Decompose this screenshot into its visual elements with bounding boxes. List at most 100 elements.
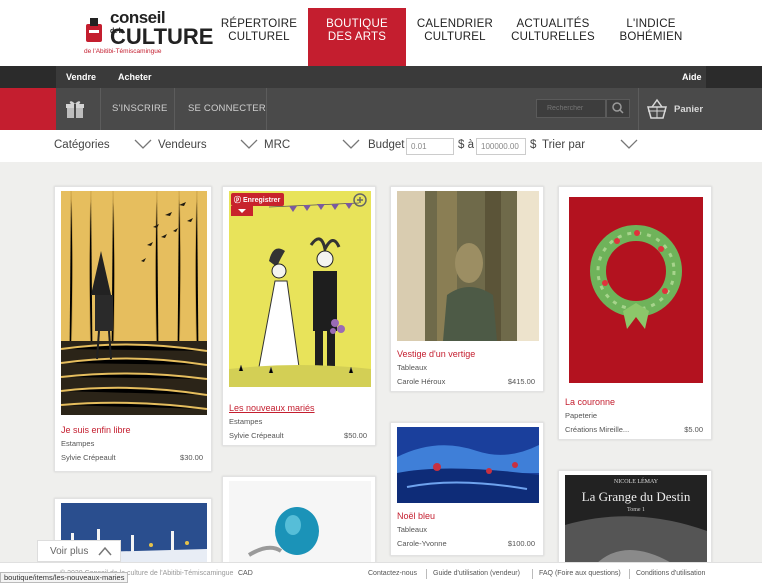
nav-indice[interactable]: L'INDICE BOHÉMIEN: [602, 8, 700, 66]
product-image[interactable]: [397, 191, 539, 341]
product-image[interactable]: [229, 481, 371, 565]
product-artist: Sylvie Crépeault: [229, 431, 284, 440]
product-title[interactable]: Noël bleu: [397, 511, 435, 521]
product-title[interactable]: La couronne: [565, 397, 615, 407]
browser-status-bar: boutique/items/les-nouveaux-maries: [0, 572, 129, 583]
filter-bar: Catégories Vendeurs MRC Budget $ à $ Tri…: [0, 130, 762, 162]
product-price: $5.00: [684, 425, 703, 434]
book-title: La Grange du Destin: [581, 489, 691, 504]
chevron-up-icon: [98, 546, 112, 556]
chevron-down-icon[interactable]: [134, 139, 152, 149]
voir-plus-button[interactable]: Voir plus: [37, 540, 121, 562]
product-image[interactable]: [565, 191, 707, 387]
account-divider: [100, 88, 101, 130]
product-image[interactable]: NICOLE LÉMAY La Grange du Destin Tome 1: [565, 475, 707, 565]
basket-icon[interactable]: [646, 98, 668, 120]
product-category: Estampes: [229, 417, 263, 426]
signup-link[interactable]: S'INSCRIRE: [112, 103, 168, 114]
buy-link[interactable]: Acheter: [118, 72, 152, 82]
book-author: NICOLE LÉMAY: [613, 479, 659, 485]
product-title[interactable]: Vestige d'un vertige: [397, 349, 475, 359]
product-grid: Je suis enfin libre Estampes Sylvie Crép…: [0, 162, 762, 568]
logo-line-2: CULTURE: [110, 24, 214, 49]
pinterest-save-label: Enregistrer: [242, 197, 281, 204]
footer-separator: [629, 569, 630, 579]
filter-sellers-label[interactable]: Vendeurs: [158, 139, 207, 151]
nav-actualites[interactable]: ACTUALITÉS CULTURELLES: [504, 8, 602, 66]
top-bar: Vendre Acheter Aide: [0, 66, 762, 88]
budget-to-label: $ à: [458, 139, 474, 151]
product-card[interactable]: NICOLE LÉMAY La Grange du Destin Tome 1: [558, 470, 712, 568]
main-nav: RÉPERTOIRE CULTUREL BOUTIQUE DES ARTS CALE…: [210, 8, 700, 66]
top-bar-inner: [56, 66, 706, 88]
product-card[interactable]: Vestige d'un vertige Tableaux Carole Hér…: [390, 186, 544, 392]
product-artist: Sylvie Crépeault: [61, 453, 116, 462]
gift-icon: [66, 101, 84, 118]
product-image[interactable]: [61, 191, 207, 415]
voir-plus-label: Voir plus: [50, 546, 89, 557]
pinterest-dropdown-icon[interactable]: [231, 206, 253, 216]
product-image[interactable]: [397, 427, 539, 503]
product-title[interactable]: Je suis enfin libre: [61, 425, 131, 435]
filter-budget-label: Budget: [368, 139, 405, 151]
product-category: Tableaux: [397, 363, 428, 372]
sell-link[interactable]: Vendre: [66, 72, 96, 82]
product-title[interactable]: Les nouveaux mariés: [229, 403, 315, 413]
budget-max-input[interactable]: [476, 138, 526, 155]
footer-guide-link[interactable]: Guide d'utilisation (vendeur): [433, 570, 520, 577]
turquoise-ring-artwork: [247, 507, 319, 557]
cart-link[interactable]: Panier: [674, 104, 703, 115]
product-category: Papeterie: [565, 411, 598, 420]
site-logo[interactable]: conseil de la CULTURE de l'Abitibi-Témis…: [84, 6, 213, 58]
product-artist: Carole-Yvonne: [397, 539, 447, 548]
product-image[interactable]: [229, 191, 371, 387]
site-header: conseil de la CULTURE de l'Abitibi-Témis…: [0, 0, 762, 66]
budget-min-input[interactable]: [406, 138, 454, 155]
search-button[interactable]: [606, 99, 630, 118]
search-icon: [612, 102, 624, 114]
filter-categories-label[interactable]: Catégories: [54, 139, 110, 151]
footer-separator: [532, 569, 533, 579]
chevron-down-icon[interactable]: [342, 139, 360, 149]
account-divider: [266, 88, 267, 130]
zoom-icon[interactable]: [353, 193, 367, 207]
book-subtitle: Tome 1: [626, 507, 646, 513]
footer-currency[interactable]: CAD: [238, 570, 253, 577]
wedding-couple-artwork: [229, 202, 371, 387]
product-card[interactable]: [222, 476, 376, 568]
product-price: $100.00: [507, 539, 535, 548]
login-link[interactable]: SE CONNECTER: [188, 103, 266, 114]
nav-boutique[interactable]: BOUTIQUE DES ARTS: [308, 8, 406, 66]
product-card[interactable]: Je suis enfin libre Estampes Sylvie Crép…: [54, 186, 212, 472]
account-bar-accent: [0, 88, 56, 130]
pinterest-save-button[interactable]: ⓟ Enregistrer: [231, 193, 285, 206]
logo-line-3: de l'Abitibi-Témiscamingue: [84, 48, 162, 55]
product-card[interactable]: La couronne Papeterie Créations Mireille…: [558, 186, 712, 440]
budget-currency-label: $: [530, 139, 537, 151]
product-price: $415.00: [507, 377, 535, 386]
chevron-down-icon[interactable]: [620, 139, 638, 149]
filter-mrc-label[interactable]: MRC: [264, 139, 290, 151]
pinterest-icon: ⓟ: [234, 197, 241, 204]
chevron-down-icon[interactable]: [240, 139, 258, 149]
product-card[interactable]: Noël bleu Tableaux Carole-Yvonne $100.00: [390, 422, 544, 556]
help-link[interactable]: Aide: [682, 72, 702, 82]
product-price: $30.00: [180, 453, 203, 462]
footer-separator: [426, 569, 427, 579]
footer-faq-link[interactable]: FAQ (Foire aux questions): [539, 570, 621, 577]
search-input[interactable]: [536, 99, 606, 118]
product-card[interactable]: ⓟ Enregistrer Les nouveaux mariés Estamp…: [222, 186, 376, 446]
blue-landscape-artwork: [397, 427, 539, 503]
nav-repertoire[interactable]: RÉPERTOIRE CULTUREL: [210, 8, 308, 66]
nav-calendrier[interactable]: CALENDRIER CULTUREL: [406, 8, 504, 66]
product-category: Estampes: [61, 439, 95, 448]
account-divider: [638, 88, 639, 130]
footer-contact-link[interactable]: Contactez-nous: [368, 570, 417, 577]
wreath-card-artwork: [569, 197, 703, 383]
filter-sort-label[interactable]: Trier par: [542, 139, 585, 151]
product-artist: Carole Héroux: [397, 377, 446, 386]
account-divider: [174, 88, 175, 130]
abstract-portrait-artwork: [425, 191, 539, 341]
product-category: Tableaux: [397, 525, 428, 534]
footer-terms-link[interactable]: Conditions d'utilisation: [636, 570, 705, 577]
